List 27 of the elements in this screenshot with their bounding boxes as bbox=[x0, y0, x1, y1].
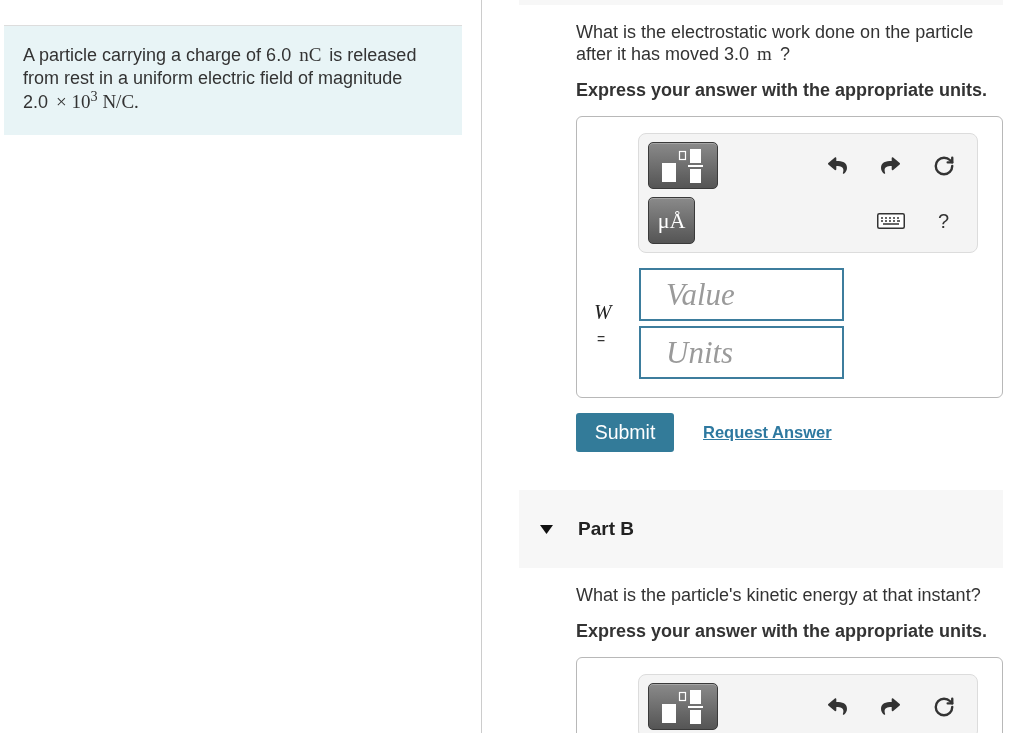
template-icon bbox=[661, 148, 705, 183]
undo-icon[interactable] bbox=[828, 697, 847, 716]
variable-label: W bbox=[594, 299, 612, 324]
units-field[interactable]: Units bbox=[639, 326, 844, 379]
template-button[interactable] bbox=[648, 683, 718, 730]
instruction-text: Express your answer with the appropriate units. bbox=[576, 620, 989, 642]
redo-icon[interactable] bbox=[881, 156, 900, 175]
help-button[interactable]: ? bbox=[937, 210, 950, 231]
reset-icon[interactable] bbox=[932, 154, 955, 177]
template-button[interactable] bbox=[648, 142, 718, 189]
instruction-text: Express your answer with the appropriate units. bbox=[576, 79, 989, 101]
submit-button[interactable]: Submit bbox=[576, 413, 674, 452]
question-text: What is the electrostatic work done on the particle after it has moved 3.0 m ? bbox=[576, 21, 975, 65]
units-button[interactable]: μÅ bbox=[648, 197, 695, 244]
undo-icon[interactable] bbox=[828, 156, 847, 175]
reset-icon[interactable] bbox=[932, 695, 955, 718]
question-text: What is the particle's kinetic energy at that instant? bbox=[576, 584, 982, 606]
part-header[interactable]: Part B bbox=[519, 490, 1003, 568]
problem-text: A particle carrying a charge of 6.0 nC is released from rest in a uniform electric field of magnitude 2.0 × 10$^{3}$ N/C. bbox=[23, 43, 418, 114]
equals-sign: = bbox=[597, 329, 606, 348]
part-title: Part B bbox=[578, 516, 634, 541]
caret-icon[interactable] bbox=[540, 524, 553, 534]
template-icon bbox=[661, 689, 705, 724]
value-field[interactable]: Value bbox=[639, 268, 844, 321]
request-answer-link[interactable]: Request Answer bbox=[703, 420, 832, 445]
redo-icon[interactable] bbox=[881, 697, 900, 716]
keyboard-icon[interactable] bbox=[876, 212, 905, 229]
